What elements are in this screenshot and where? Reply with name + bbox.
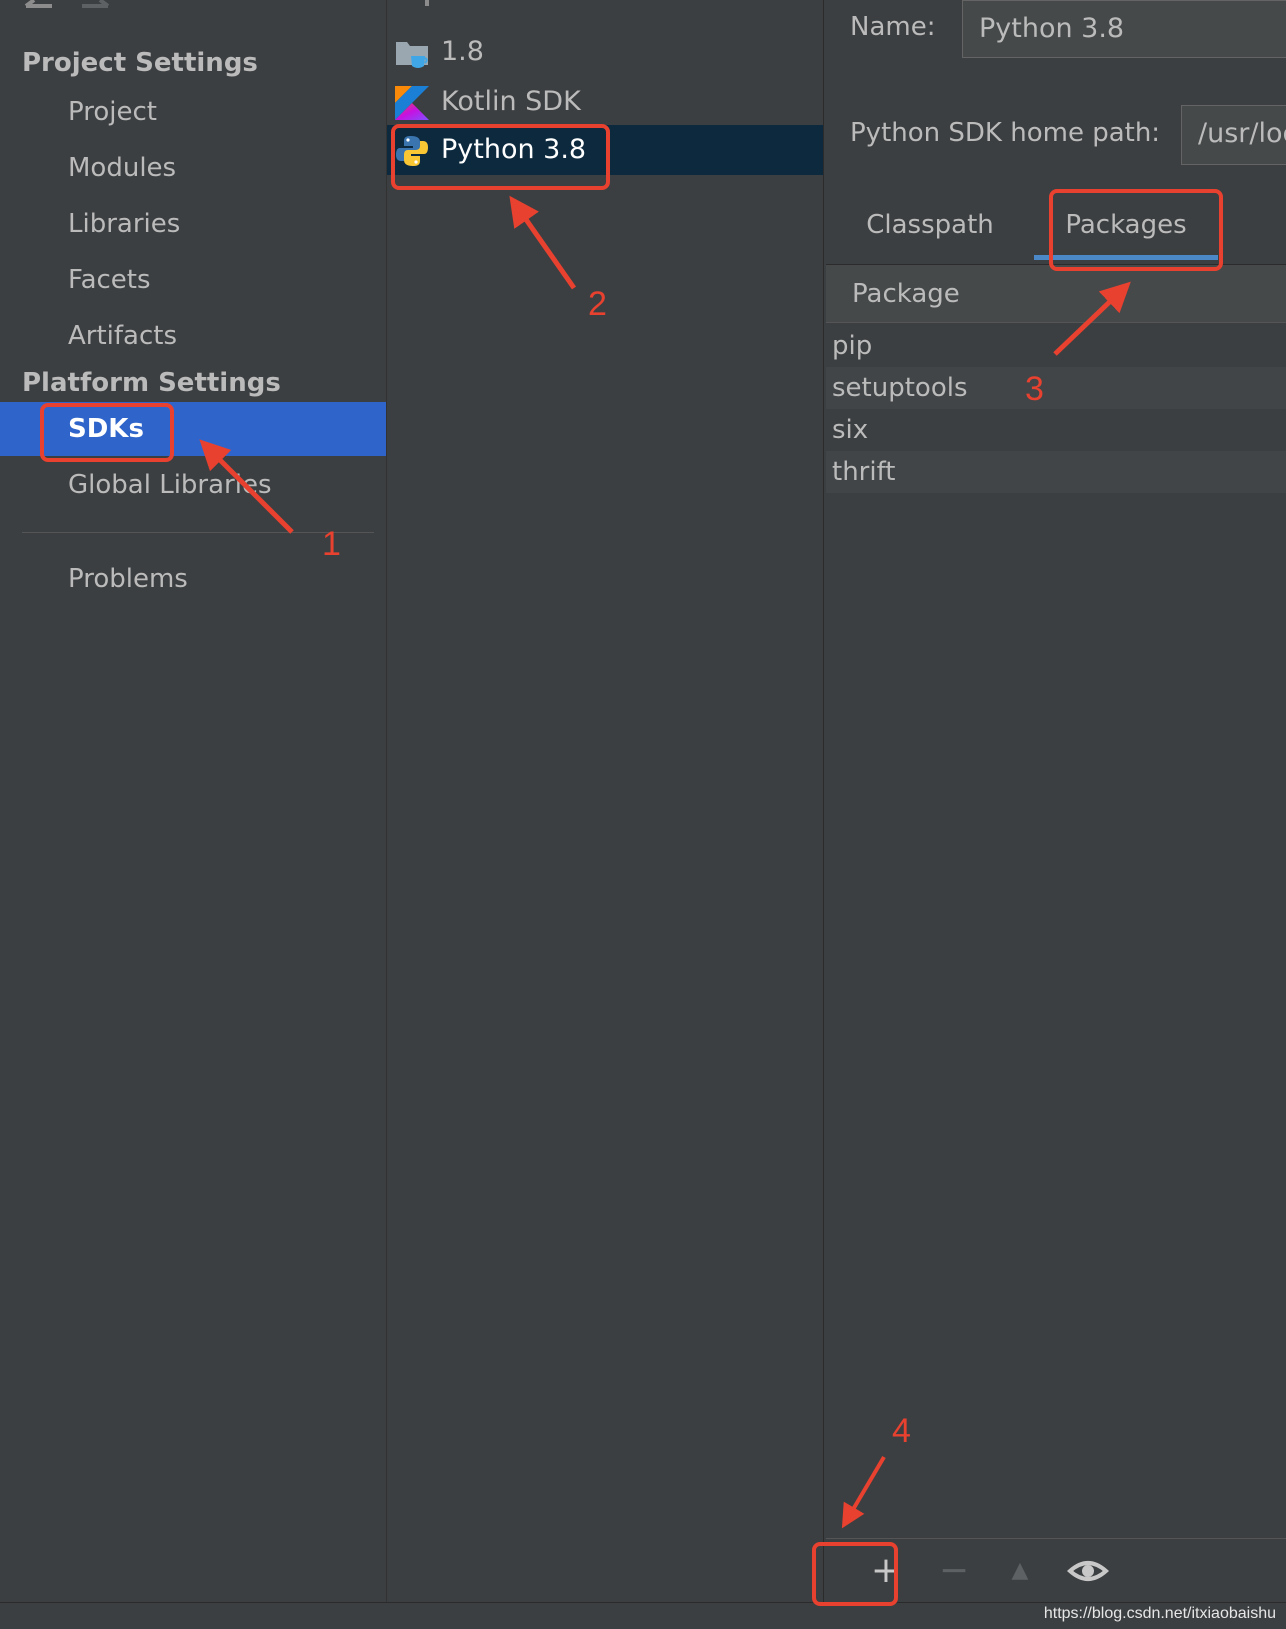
annotation-number-2: 2 <box>588 285 607 323</box>
nav-item-global-libraries[interactable]: Global Libraries <box>0 458 386 512</box>
nav-item-project[interactable]: Project <box>0 85 386 139</box>
package-row-setuptools[interactable]: setuptools <box>826 367 1286 409</box>
package-row-pip[interactable]: pip <box>826 325 1286 367</box>
home-path-label: Python SDK home path: <box>850 118 1161 148</box>
sdk-item-label: 1.8 <box>441 36 484 67</box>
annotation-number-1: 1 <box>322 525 341 563</box>
package-row-thrift[interactable]: thrift <box>826 451 1286 493</box>
sdk-item-kotlin[interactable]: Kotlin SDK <box>387 77 823 127</box>
java-folder-icon <box>396 42 428 68</box>
home-path-field[interactable]: /usr/loc <box>1181 105 1286 165</box>
package-column-header[interactable]: Package <box>826 265 1286 323</box>
annotation-number-3: 3 <box>1025 370 1044 408</box>
upgrade-package-button[interactable]: ▲ <box>996 1547 1044 1595</box>
settings-tree-panel: Project Settings Project Modules Librari… <box>0 0 387 1602</box>
eye-icon[interactable] <box>1064 1547 1112 1595</box>
status-bar: https://blog.csdn.net/itxiaobaishu <box>0 1602 1286 1629</box>
back-forward-arrows[interactable] <box>22 0 112 14</box>
nav-item-artifacts[interactable]: Artifacts <box>0 309 386 363</box>
forward-arrow-icon <box>82 0 110 8</box>
annotation-box-sdks <box>40 403 174 462</box>
annotation-box-packages-tab <box>1049 189 1223 271</box>
nav-item-modules[interactable]: Modules <box>0 141 386 195</box>
sdk-item-label: Kotlin SDK <box>441 86 581 117</box>
package-row-six[interactable]: six <box>826 409 1286 451</box>
name-field[interactable]: Python 3.8 <box>962 0 1286 58</box>
nav-item-libraries[interactable]: Libraries <box>0 197 386 251</box>
nav-item-facets[interactable]: Facets <box>0 253 386 307</box>
add-sdk-icon[interactable] <box>417 0 437 8</box>
packages-table: Package pip setuptools six thrift <box>826 264 1286 1539</box>
kotlin-icon <box>395 86 429 120</box>
sdk-list-panel: 1.8 Kotlin SDK Python 3.8 <box>387 0 824 1602</box>
uninstall-package-button[interactable]: − <box>930 1547 978 1595</box>
sdk-item-java[interactable]: 1.8 <box>387 27 823 77</box>
watermark-text: https://blog.csdn.net/itxiaobaishu <box>1043 1605 1276 1622</box>
tab-classpath[interactable]: Classpath <box>852 190 1008 260</box>
project-settings-heading: Project Settings <box>22 48 258 78</box>
name-label: Name: <box>850 12 936 42</box>
back-arrow-icon <box>24 0 52 8</box>
platform-settings-heading: Platform Settings <box>22 368 281 398</box>
annotation-number-4: 4 <box>892 1412 911 1450</box>
annotation-box-add-button <box>812 1542 898 1606</box>
annotation-box-python <box>391 124 610 190</box>
